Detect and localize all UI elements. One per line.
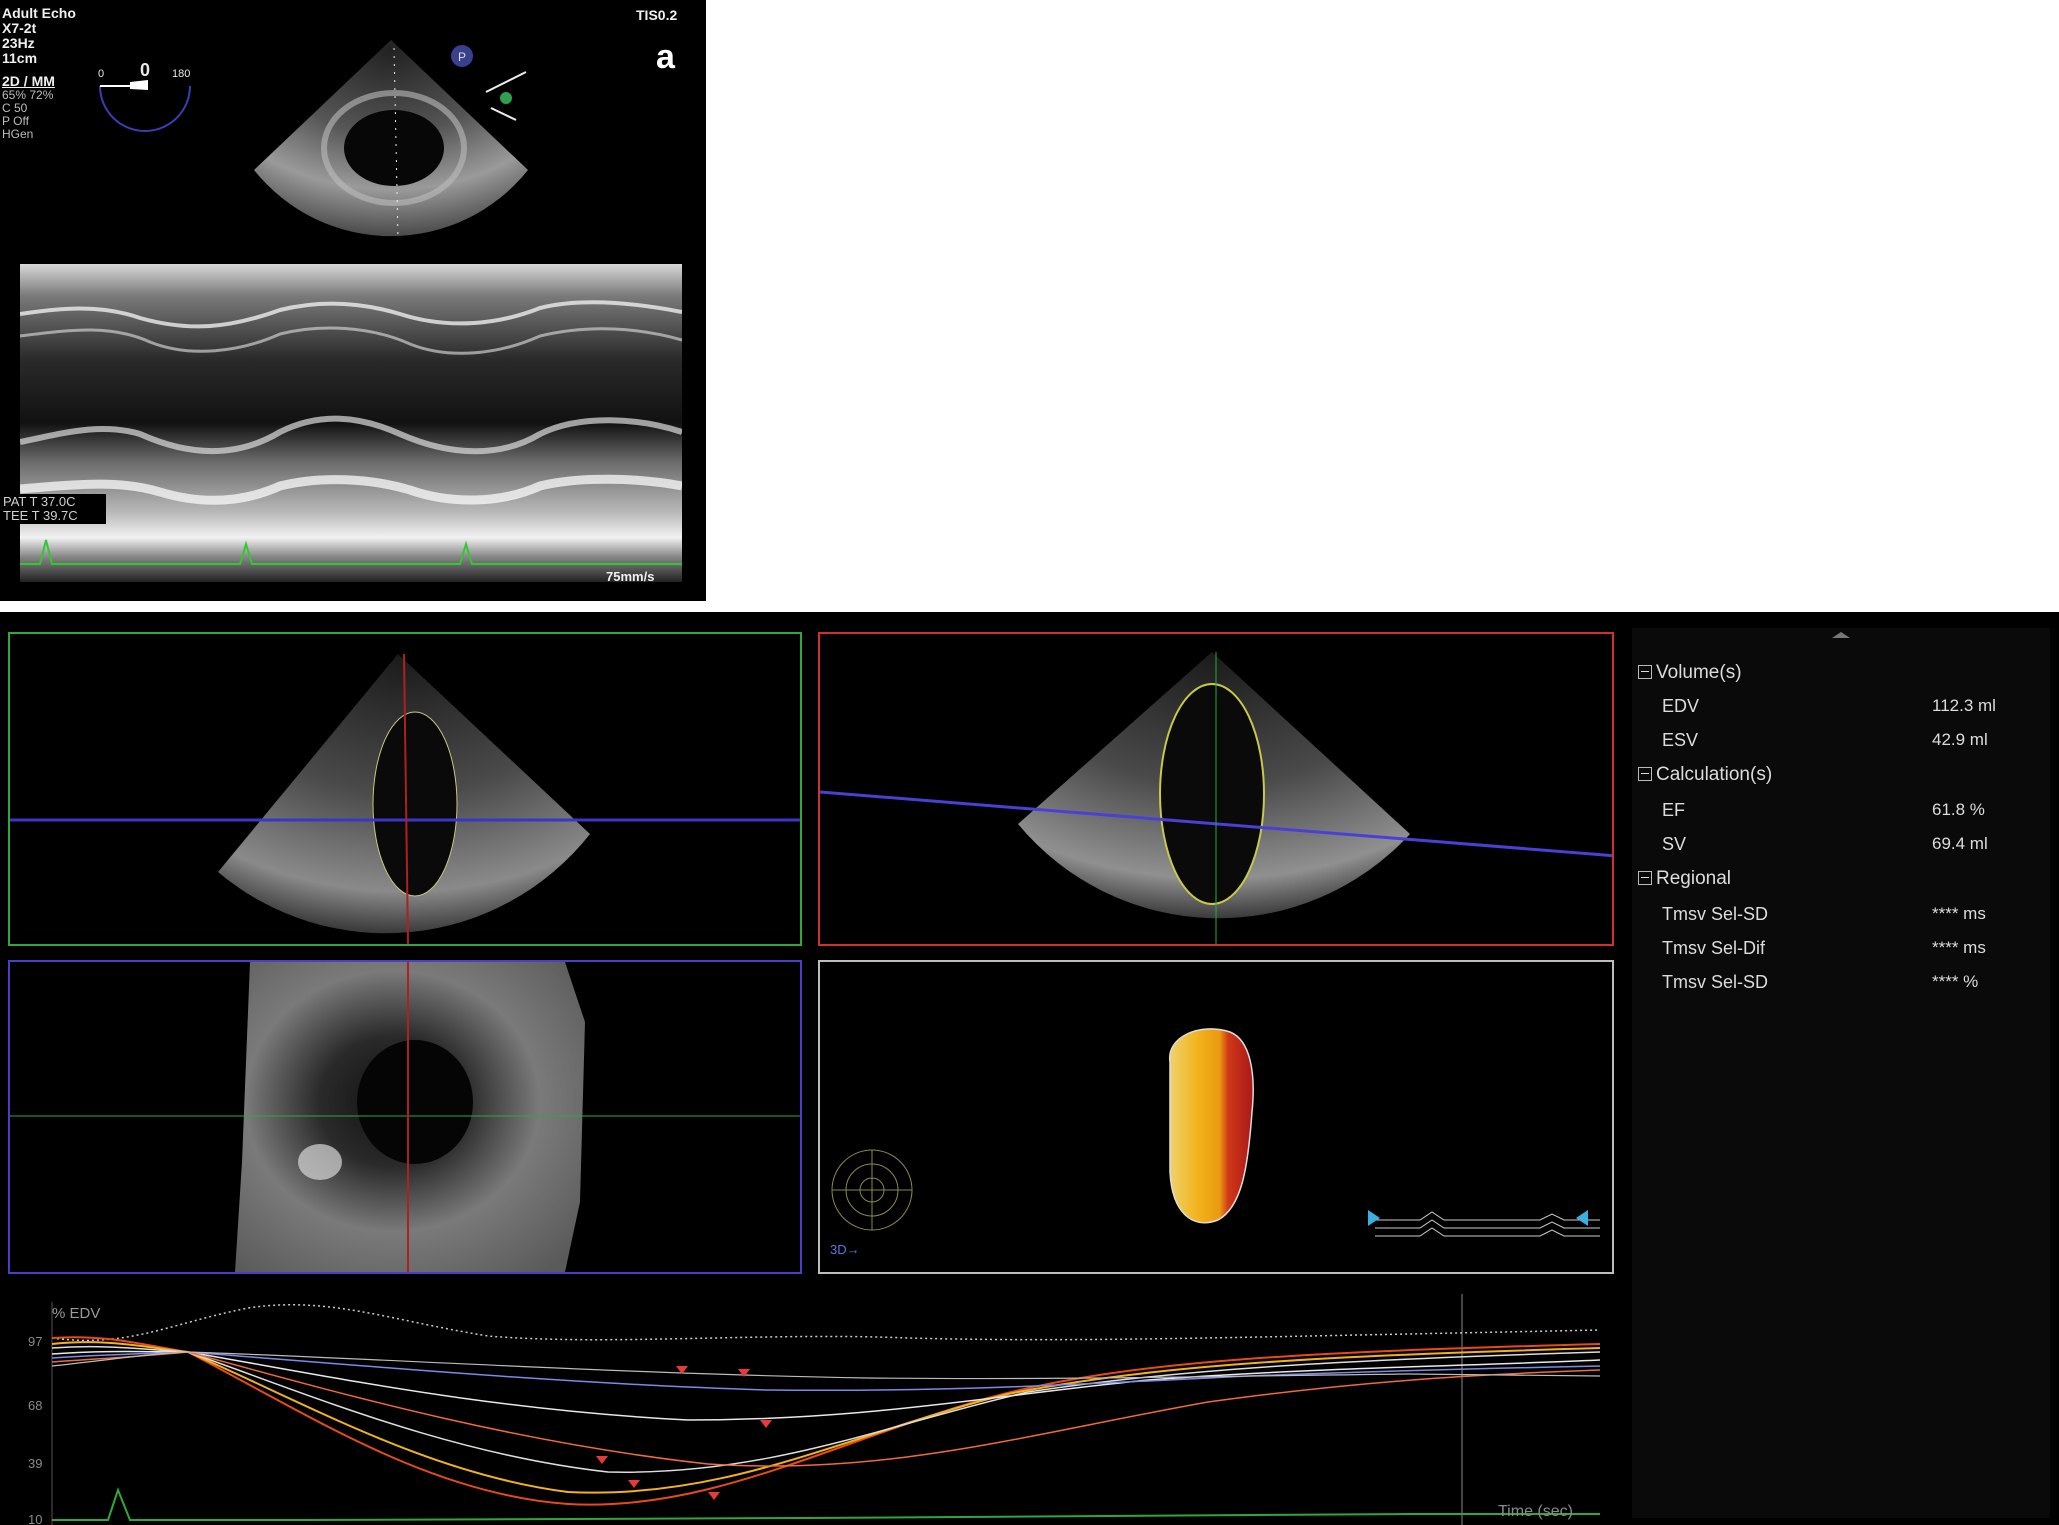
view-apical-2ch[interactable] bbox=[818, 632, 1614, 946]
group-title: Regional bbox=[1656, 868, 1731, 889]
y-tick: 10 bbox=[28, 1512, 42, 1525]
angle-max: 180 bbox=[172, 68, 191, 80]
group-title: Calculation(s) bbox=[1656, 764, 1773, 785]
result-value: 112.3 ml bbox=[1932, 696, 1996, 715]
info-line: 11cm bbox=[2, 50, 38, 66]
result-value: 61.8 % bbox=[1932, 800, 1985, 819]
results-sidebar: Volume(s) EDV 112.3 ml ESV 42.9 ml Calcu… bbox=[1632, 628, 2050, 1518]
result-label: Tmsv Sel-SD bbox=[1662, 904, 1769, 924]
y-tick: 97 bbox=[28, 1334, 42, 1349]
regional-volume-curves: % EDV 97 68 39 10 Time (sec) bbox=[8, 1294, 1600, 1525]
sector-image bbox=[10, 962, 800, 1272]
lv-volume-render bbox=[831, 1028, 1600, 1237]
tee-temp: TEE T 39.7C bbox=[3, 508, 78, 523]
result-value: 42.9 ml bbox=[1932, 730, 1988, 749]
thermal-index: TIS0.2 bbox=[636, 7, 678, 23]
temperature-box: PAT T 37.0C TEE T 39.7C bbox=[0, 494, 106, 524]
sector-image bbox=[820, 652, 1612, 944]
sector-image bbox=[10, 653, 800, 944]
collapse-toggle-icon[interactable] bbox=[1638, 767, 1652, 781]
group-volumes[interactable]: Volume(s) bbox=[1638, 662, 1742, 684]
angle-min: 0 bbox=[98, 68, 105, 80]
result-label: EF bbox=[1662, 800, 1686, 820]
result-value: **** % bbox=[1932, 972, 1979, 991]
collapse-toggle-icon[interactable] bbox=[1638, 665, 1652, 679]
curves-y-label: % EDV bbox=[52, 1305, 100, 1322]
info-line: X7-2t bbox=[2, 20, 37, 36]
curves-x-label: Time (sec) bbox=[1498, 1503, 1573, 1520]
result-value: 69.4 ml bbox=[1932, 834, 1988, 853]
result-label: EDV bbox=[1662, 696, 1700, 716]
collapse-arrow-icon[interactable] bbox=[1632, 628, 2050, 642]
acquisition-info: Adult Echo X7-2t 23Hz 11cm 2D / MM 65% 7… bbox=[2, 6, 76, 141]
info-line: Adult Echo bbox=[2, 5, 76, 21]
result-value: **** ms bbox=[1932, 938, 1986, 957]
y-tick: 68 bbox=[28, 1398, 42, 1413]
view-3d-lv-model[interactable]: 3D→ bbox=[818, 960, 1614, 1274]
result-value: **** ms bbox=[1932, 904, 1986, 923]
settings-line: HGen bbox=[2, 127, 34, 141]
mode-label: 2D / MM bbox=[2, 73, 55, 89]
result-label: Tmsv Sel-SD bbox=[1662, 972, 1769, 992]
result-label: ESV bbox=[1662, 730, 1699, 750]
mmode-strip bbox=[20, 264, 682, 582]
result-label: SV bbox=[1662, 834, 1687, 854]
sweep-speed: 75mm/s bbox=[606, 569, 655, 584]
2d-sector-image bbox=[254, 40, 528, 239]
info-line: 23Hz bbox=[2, 35, 35, 51]
collapse-toggle-icon[interactable] bbox=[1638, 871, 1652, 885]
angle-value: 0 bbox=[140, 60, 151, 80]
view-apical-4ch[interactable] bbox=[8, 632, 802, 946]
panel-a-mmode-echo: Adult Echo X7-2t 23Hz 11cm 2D / MM 65% 7… bbox=[0, 0, 706, 601]
group-calculations[interactable]: Calculation(s) bbox=[1638, 764, 1772, 786]
view-short-axis[interactable] bbox=[8, 960, 802, 1274]
panel-b-3d-analysis: b bbox=[0, 612, 2059, 1525]
bullseye-label: 3D→ bbox=[830, 1242, 860, 1257]
group-title: Volume(s) bbox=[1656, 662, 1742, 683]
group-regional[interactable]: Regional bbox=[1638, 868, 1731, 890]
panel-label: a bbox=[656, 38, 675, 76]
result-label: Tmsv Sel-Dif bbox=[1662, 938, 1765, 958]
patient-temp: PAT T 37.0C bbox=[3, 494, 76, 509]
y-tick: 39 bbox=[28, 1456, 42, 1471]
